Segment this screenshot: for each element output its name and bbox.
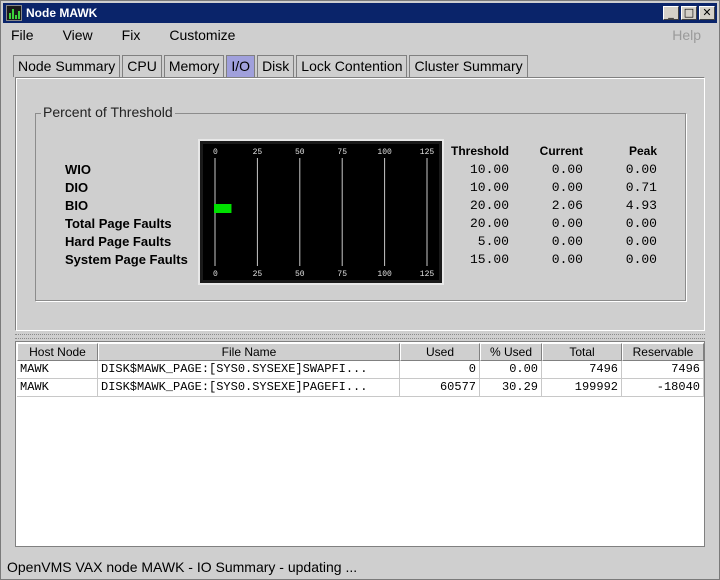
tab-lock-contention[interactable]: Lock Contention xyxy=(296,55,408,77)
page-files-table: Host Node File Name Used % Used Total Re… xyxy=(15,341,705,547)
table-row[interactable]: MAWK DISK$MAWK_PAGE:[SYS0.SYSEXE]SWAPFI.… xyxy=(17,361,704,379)
x-tick-label-top: 25 xyxy=(253,148,263,157)
x-tick-label-bottom: 100 xyxy=(377,270,392,279)
row-label-wio: WIO xyxy=(65,162,91,177)
x-tick-label-top: 75 xyxy=(337,148,347,157)
cell-file-name: DISK$MAWK_PAGE:[SYS0.SYSEXE]PAGEFI... xyxy=(98,379,400,397)
value-threshold: 20.00 xyxy=(469,198,509,213)
column-header-pct-used[interactable]: % Used xyxy=(480,343,542,361)
value-peak: 0.00 xyxy=(625,234,657,249)
x-tick-label-bottom: 25 xyxy=(253,270,263,279)
value-peak: 4.93 xyxy=(625,198,657,213)
menu-bar: File View Fix Customize Help xyxy=(3,25,717,45)
row-label-hard-page-faults: Hard Page Faults xyxy=(65,234,172,249)
x-tick-label-top: 100 xyxy=(377,148,392,157)
value-current: 0.00 xyxy=(551,252,583,267)
column-header-host-node[interactable]: Host Node xyxy=(17,343,98,361)
cell-used: 0 xyxy=(400,361,480,379)
value-threshold: 10.00 xyxy=(469,180,509,195)
row-label-total-page-faults: Total Page Faults xyxy=(65,216,172,231)
col-head-peak: Peak xyxy=(628,144,657,158)
cell-pct-used: 0.00 xyxy=(480,361,542,379)
column-header-reservable[interactable]: Reservable xyxy=(622,343,704,361)
tab-disk[interactable]: Disk xyxy=(257,55,295,77)
node-window: Node MAWK _ □ ✕ File View Fix Customize … xyxy=(0,0,720,580)
tab-cpu[interactable]: CPU xyxy=(122,55,162,77)
value-current: 2.06 xyxy=(551,198,583,213)
menu-file[interactable]: File xyxy=(11,27,34,43)
tab-io[interactable]: I/O xyxy=(226,55,256,77)
cell-reservable: -18040 xyxy=(622,379,704,397)
column-header-used[interactable]: Used xyxy=(400,343,480,361)
tab-memory[interactable]: Memory xyxy=(163,55,225,77)
x-tick-label-top: 50 xyxy=(295,148,305,157)
status-bar: OpenVMS VAX node MAWK - IO Summary - upd… xyxy=(7,559,358,575)
value-peak: 0.00 xyxy=(625,162,657,177)
cell-host-node: MAWK xyxy=(17,361,98,379)
col-head-current: Current xyxy=(539,144,583,158)
x-tick-label-bottom: 125 xyxy=(420,270,435,279)
row-label-dio: DIO xyxy=(65,180,89,195)
row-label-bio: BIO xyxy=(65,198,89,213)
table-header: Host Node File Name Used % Used Total Re… xyxy=(17,343,704,361)
cell-total: 7496 xyxy=(542,361,622,379)
menu-view[interactable]: View xyxy=(63,27,93,43)
column-header-total[interactable]: Total xyxy=(542,343,622,361)
x-tick-label-bottom: 75 xyxy=(337,270,347,279)
x-tick-label-top: 125 xyxy=(420,148,435,157)
value-current: 0.00 xyxy=(551,162,583,177)
tab-cluster-summary[interactable]: Cluster Summary xyxy=(409,55,528,77)
pane-splitter[interactable] xyxy=(15,334,705,339)
cell-used: 60577 xyxy=(400,379,480,397)
value-threshold: 15.00 xyxy=(469,252,509,267)
maximize-button[interactable]: □ xyxy=(681,6,697,20)
cell-file-name: DISK$MAWK_PAGE:[SYS0.SYSEXE]SWAPFI... xyxy=(98,361,400,379)
menu-help[interactable]: Help xyxy=(672,27,701,43)
app-monitor-icon xyxy=(6,5,22,21)
minimize-button[interactable]: _ xyxy=(663,6,679,20)
tab-node-summary[interactable]: Node Summary xyxy=(13,55,121,77)
value-current: 0.00 xyxy=(551,180,583,195)
menu-customize[interactable]: Customize xyxy=(169,27,235,43)
col-head-threshold: Threshold xyxy=(450,144,509,158)
cell-total: 199992 xyxy=(542,379,622,397)
window-title: Node MAWK xyxy=(26,6,98,20)
close-button[interactable]: ✕ xyxy=(699,6,715,20)
cell-pct-used: 30.29 xyxy=(480,379,542,397)
bar-bio xyxy=(214,204,232,213)
value-current: 0.00 xyxy=(551,216,583,231)
group-title: Percent of Threshold xyxy=(41,104,175,120)
cell-reservable: 7496 xyxy=(622,361,704,379)
x-tick-label-bottom: 50 xyxy=(295,270,305,279)
x-tick-label-top: 0 xyxy=(213,148,218,157)
value-threshold: 5.00 xyxy=(477,234,509,249)
chart-canvas: 0 0 25 25 50 50 75 75 100 100 125 125 xyxy=(213,148,435,279)
column-header-file-name[interactable]: File Name xyxy=(98,343,400,361)
value-peak: 0.71 xyxy=(625,180,657,195)
value-threshold: 10.00 xyxy=(469,162,509,177)
table-row[interactable]: MAWK DISK$MAWK_PAGE:[SYS0.SYSEXE]PAGEFI.… xyxy=(17,379,704,397)
value-peak: 0.00 xyxy=(625,216,657,231)
value-peak: 0.00 xyxy=(625,252,657,267)
title-bar[interactable]: Node MAWK _ □ ✕ xyxy=(3,3,717,23)
tab-strip: Node Summary CPU Memory I/O Disk Lock Co… xyxy=(13,55,530,77)
x-tick-label-bottom: 0 xyxy=(213,270,218,279)
value-threshold: 20.00 xyxy=(469,216,509,231)
threshold-bar-chart: 0 0 25 25 50 50 75 75 100 100 125 125 xyxy=(198,139,444,285)
row-label-system-page-faults: System Page Faults xyxy=(65,252,188,267)
menu-fix[interactable]: Fix xyxy=(122,27,141,43)
value-current: 0.00 xyxy=(551,234,583,249)
cell-host-node: MAWK xyxy=(17,379,98,397)
